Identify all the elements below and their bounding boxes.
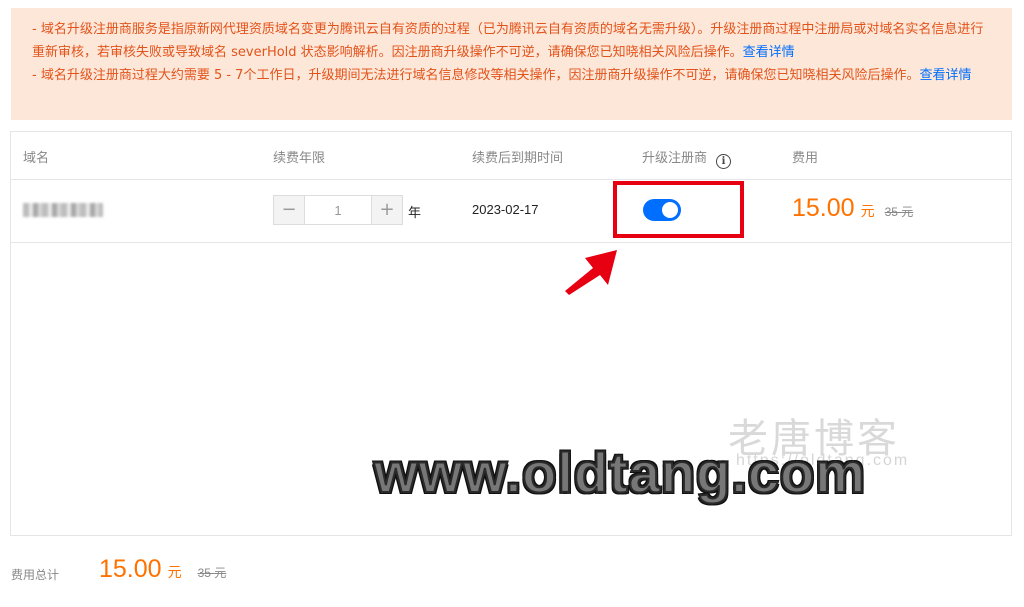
notice-line-2-text: - 域名升级注册商过程大约需要 5 - 7个工作日，升级期间无法进行域名信息修改… (32, 68, 920, 83)
total-fee-label: 费用总计 (11, 568, 60, 582)
expiry-date: 2023-02-17 (472, 202, 539, 217)
info-icon[interactable]: i (716, 154, 732, 169)
increment-button[interactable]: + (372, 196, 402, 224)
red-arrow-annotation-icon (565, 250, 617, 295)
risk-notice-banner: - 域名升级注册商服务是指原新网代理资质域名变更为腾讯云自有资质的过程（已为腾讯… (11, 8, 1012, 120)
notice-line-1-text: - 域名升级注册商服务是指原新网代理资质域名变更为腾讯云自有资质的过程（已为腾讯… (32, 22, 984, 60)
total-price-currency: 元 (167, 564, 182, 580)
watermark-url: www.oldtang.com (373, 440, 867, 505)
renew-years-stepper: − + (273, 195, 403, 225)
notice-line-2: - 域名升级注册商过程大约需要 5 - 7个工作日，升级期间无法进行域名信息修改… (32, 64, 996, 87)
row-original-price: 35 元 (884, 205, 914, 219)
toggle-knob (662, 202, 678, 218)
total-price: 15.00 元 35 元 (99, 555, 226, 584)
decrement-button[interactable]: − (274, 196, 304, 224)
total-original-price: 35 元 (197, 566, 227, 580)
row-price-amount: 15.00 (792, 194, 855, 222)
year-unit-label: 年 (408, 206, 422, 221)
view-details-link-2[interactable]: 查看详情 (919, 68, 971, 83)
upgrade-registrar-toggle[interactable] (643, 199, 681, 221)
header-renew-years: 续费年限 (273, 151, 326, 166)
header-domain: 域名 (23, 151, 50, 166)
renew-years-input[interactable] (304, 196, 372, 224)
notice-line-1: - 域名升级注册商服务是指原新网代理资质域名变更为腾讯云自有资质的过程（已为腾讯… (32, 18, 996, 64)
header-expiry-after-renewal: 续费后到期时间 (472, 151, 564, 166)
table-row: − + 年 2023-02-17 15.00 元 35 元 (11, 179, 1011, 243)
header-upgrade-registrar: 升级注册商 i (642, 147, 732, 169)
row-price: 15.00 元 35 元 (792, 194, 913, 223)
view-details-link-1[interactable]: 查看详情 (743, 45, 795, 60)
table-header: 域名 续费年限 续费后到期时间 升级注册商 i 费用 (11, 132, 1011, 180)
row-price-currency: 元 (860, 203, 875, 219)
domain-name-blurred (23, 203, 103, 217)
header-upgrade-registrar-label: 升级注册商 (642, 151, 708, 166)
header-fee: 费用 (792, 151, 819, 166)
total-price-amount: 15.00 (99, 555, 162, 583)
